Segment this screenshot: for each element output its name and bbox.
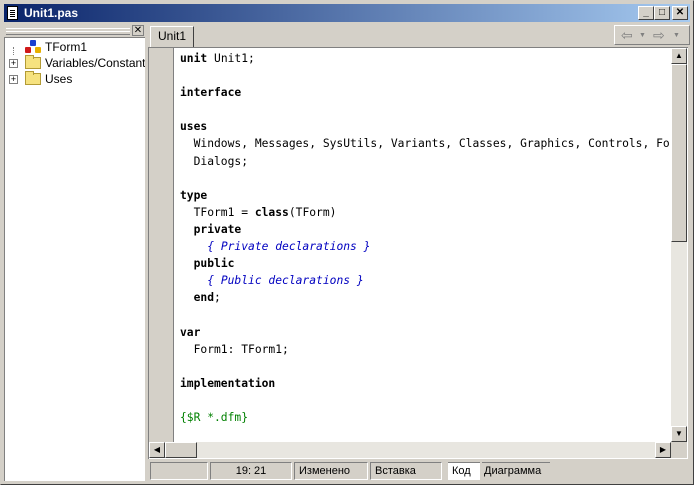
scroll-up-button[interactable]: ▲ [671, 48, 687, 64]
code-line[interactable]: { Private declarations } [180, 238, 670, 255]
code-line[interactable]: ​ [180, 67, 670, 84]
code-line[interactable]: Windows, Messages, SysUtils, Variants, C… [180, 135, 670, 152]
code-line[interactable]: ​ [180, 358, 670, 375]
arrow-right-icon[interactable]: ⇨ [653, 27, 665, 43]
title-bar[interactable]: Unit1.pas _ □ ✕ [4, 4, 690, 22]
code-line[interactable]: Form1: TForm1; [180, 341, 670, 358]
class-icon [25, 40, 41, 54]
code-explorer-tree: TForm1 + Variables/Constants + Uses [4, 37, 152, 481]
code-line[interactable]: end; [180, 289, 670, 306]
navigation-buttons: ⇦ ▼ ⇨ ▼ [614, 25, 690, 45]
folder-icon [25, 55, 41, 69]
expand-icon[interactable]: + [9, 59, 18, 68]
code-line[interactable]: var [180, 324, 670, 341]
editor-gutter[interactable] [149, 48, 174, 442]
code-line[interactable]: { Public declarations } [180, 272, 670, 289]
tree-item-label: TForm1 [45, 40, 87, 54]
tab-diagram[interactable]: Диаграмма [482, 462, 550, 480]
panel-close-button[interactable]: ✕ [132, 25, 144, 36]
vertical-scroll-thumb[interactable] [671, 64, 687, 242]
maximize-button[interactable]: □ [654, 6, 670, 20]
vertical-scrollbar[interactable]: ▲ ▼ [671, 48, 687, 442]
code-line[interactable]: interface [180, 84, 670, 101]
code-line[interactable]: Dialogs; [180, 153, 670, 170]
status-blank [150, 462, 208, 480]
tab-unit1[interactable]: Unit1 [150, 26, 194, 47]
tree-item-label: Variables/Constants [45, 56, 152, 70]
code-line[interactable]: unit Unit1; [180, 50, 670, 67]
code-line[interactable]: private [180, 221, 670, 238]
code-line[interactable]: ​ [180, 306, 670, 323]
status-modified: Изменено [294, 462, 368, 480]
panel-grip[interactable] [6, 27, 130, 35]
minimize-button[interactable]: _ [638, 6, 654, 20]
code-line[interactable]: public [180, 255, 670, 272]
status-bar: 19: 21 Изменено Вставка Код Диаграмма [148, 460, 692, 482]
code-line[interactable]: ​ [180, 101, 670, 118]
status-cursor-position: 19: 21 [210, 462, 292, 480]
file-icon [7, 6, 18, 20]
status-insert-mode: Вставка [370, 462, 442, 480]
code-line[interactable]: ​ [180, 170, 670, 187]
folder-icon [25, 71, 41, 85]
editor-window: Unit1.pas _ □ ✕ ✕ TForm1 + Variables/Con… [0, 0, 694, 485]
scroll-down-button[interactable]: ▼ [671, 426, 687, 442]
code-text[interactable]: unit Unit1;​interface​uses Windows, Mess… [180, 50, 670, 442]
code-editor[interactable]: unit Unit1;​interface​uses Windows, Mess… [148, 47, 688, 459]
code-line[interactable]: uses [180, 118, 670, 135]
scroll-corner [671, 442, 687, 458]
code-line[interactable]: TForm1 = class(TForm) [180, 204, 670, 221]
window-title: Unit1.pas [24, 6, 79, 20]
chevron-down-icon[interactable]: ▼ [639, 31, 646, 41]
code-line[interactable]: implementation [180, 375, 670, 392]
scroll-right-button[interactable]: ▶ [655, 442, 671, 458]
editor-tab-bar: Unit1 ⇦ ▼ ⇨ ▼ [148, 23, 692, 47]
tree-line [13, 47, 14, 55]
horizontal-scroll-thumb[interactable] [165, 442, 197, 458]
arrow-left-icon[interactable]: ⇦ [621, 27, 633, 43]
code-explorer-panel: ✕ TForm1 + Variables/Constants + Uses [4, 25, 152, 481]
close-button[interactable]: ✕ [672, 6, 688, 20]
code-line[interactable]: type [180, 187, 670, 204]
chevron-down-icon[interactable]: ▼ [673, 31, 680, 41]
code-line[interactable]: {$R *.dfm} [180, 409, 670, 426]
code-line[interactable]: ​ [180, 392, 670, 409]
horizontal-scrollbar[interactable]: ◀ ▶ [149, 442, 671, 458]
scroll-left-button[interactable]: ◀ [149, 442, 165, 458]
expand-icon[interactable]: + [9, 75, 18, 84]
tab-code[interactable]: Код [448, 462, 480, 480]
tree-item-label: Uses [45, 72, 73, 86]
